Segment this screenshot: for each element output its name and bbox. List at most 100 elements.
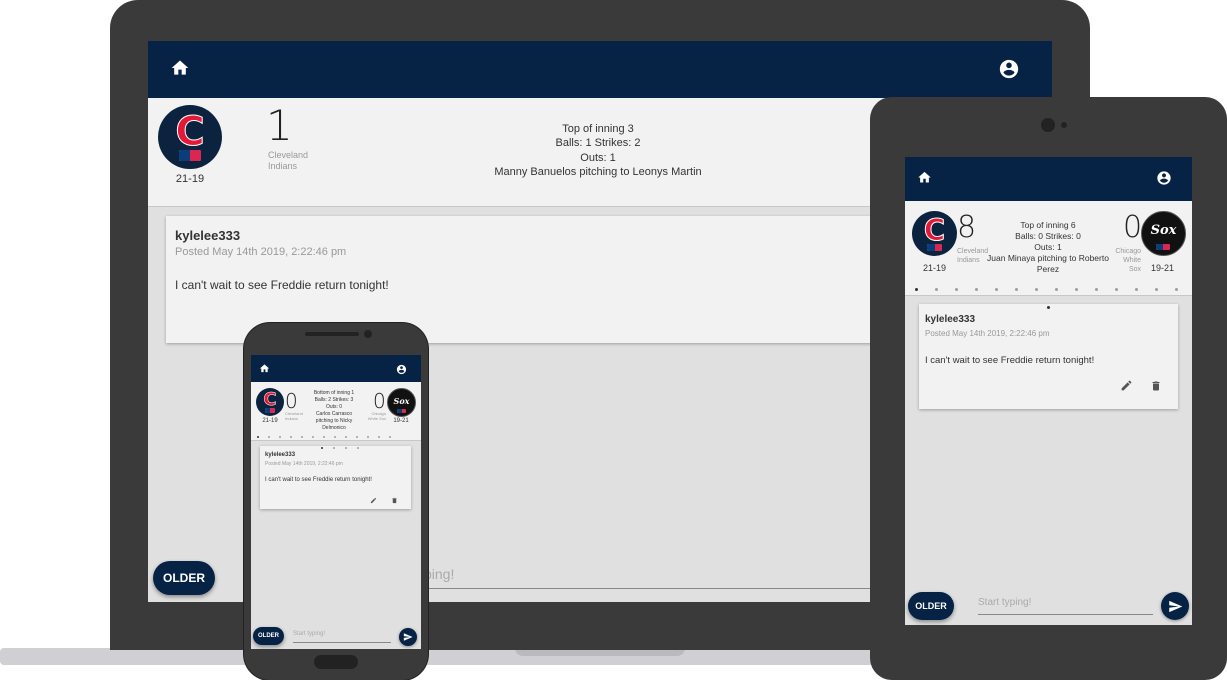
account-circle-icon[interactable]: [1155, 169, 1173, 187]
carousel-dot[interactable]: [915, 288, 918, 291]
home-team-name: Cleveland Indians: [285, 411, 303, 421]
send-button[interactable]: [1161, 592, 1189, 620]
post-card: kylelee333 Posted May 14th 2019, 2:22:46…: [260, 446, 411, 509]
home-icon[interactable]: [258, 362, 270, 374]
post-username: kylelee333: [265, 452, 296, 458]
home-team-name: Cleveland Indians: [268, 150, 309, 172]
post-timestamp: Posted May 14th 2019, 2:22:46 pm: [265, 461, 343, 467]
game-status: Bottom of inning 1 Balls: 2 Strikes: 3 O…: [313, 390, 355, 431]
carousel-dot[interactable]: [312, 436, 314, 438]
white-sox-logo: Sox: [1141, 211, 1186, 256]
away-team-score: 0: [373, 389, 386, 413]
edit-icon[interactable]: [1120, 379, 1134, 393]
carousel-dot[interactable]: [975, 288, 978, 291]
carousel-dot[interactable]: [356, 436, 358, 438]
home-team-record: 21-19: [262, 418, 278, 424]
send-button[interactable]: [399, 628, 417, 646]
post-carousel-dots[interactable]: [321, 447, 369, 449]
phone-home-button: [314, 655, 358, 669]
send-icon: [1168, 600, 1182, 612]
carousel-dot[interactable]: [389, 436, 391, 438]
away-team-name: Chicago White Sox: [367, 411, 386, 421]
carousel-dot[interactable]: [321, 447, 323, 449]
carousel-dot[interactable]: [257, 436, 259, 438]
carousel-dot[interactable]: [345, 436, 347, 438]
indians-logo: C: [256, 388, 284, 416]
carousel-dot[interactable]: [323, 436, 325, 438]
carousel-dot[interactable]: [1155, 288, 1158, 291]
carousel-dot[interactable]: [378, 436, 380, 438]
home-team-name: Cleveland Indians: [957, 248, 989, 264]
home-team-score: 0: [285, 389, 298, 413]
post-card: kylelee333 Posted May 14th 2019, 2:22:46…: [919, 304, 1178, 409]
white-sox-logo: Sox: [387, 388, 416, 417]
tablet-sensor: [1061, 122, 1067, 128]
delete-icon[interactable]: [1150, 379, 1164, 393]
home-team-score: 8: [957, 210, 977, 245]
home-icon[interactable]: [168, 56, 192, 80]
phone-screen: C 21-19 0 Cleveland Indians Bottom of inn…: [251, 355, 421, 649]
away-team-name: Chicago White Sox: [1115, 248, 1141, 273]
desktop-app-bar: [148, 41, 1052, 98]
message-input[interactable]: Start typing!: [293, 629, 391, 643]
indians-logo: C: [912, 211, 957, 256]
carousel-dot[interactable]: [1175, 288, 1178, 291]
carousel-dot[interactable]: [333, 447, 335, 449]
carousel-dot[interactable]: [357, 447, 359, 449]
tablet-camera: [1041, 118, 1055, 132]
post-username: kylelee333: [925, 314, 976, 325]
carousel-dot[interactable]: [1015, 288, 1018, 291]
older-button[interactable]: OLDER: [253, 627, 284, 645]
carousel-dot[interactable]: [935, 288, 938, 291]
edit-icon[interactable]: [370, 491, 378, 504]
post-message: I can't wait to see Freddie return tonig…: [175, 278, 389, 292]
tablet-app-bar: [905, 157, 1192, 201]
carousel-dot[interactable]: [1047, 306, 1050, 309]
tablet-screen: C 21-19 8 Cleveland Indians Top of inning…: [905, 157, 1192, 625]
carousel-dot[interactable]: [268, 436, 270, 438]
post-message: I can't wait to see Freddie return tonig…: [265, 477, 372, 483]
carousel-dot[interactable]: [1115, 288, 1118, 291]
post-username: kylelee333: [175, 228, 241, 243]
post-carousel-dots[interactable]: [1047, 306, 1059, 309]
post-timestamp: Posted May 14th 2019, 2:22:46 pm: [175, 246, 347, 258]
indians-logo: C: [158, 105, 222, 169]
carousel-dot[interactable]: [367, 436, 369, 438]
phone-speaker: [305, 332, 359, 336]
carousel-dot[interactable]: [955, 288, 958, 291]
home-team-record: 21-19: [175, 173, 205, 185]
phone-app-bar: [251, 355, 421, 382]
away-team-record: 19-21: [1150, 263, 1175, 273]
carousel-dot[interactable]: [1035, 288, 1038, 291]
away-team-record: 19-21: [393, 418, 409, 424]
game-status: Top of inning 3 Balls: 1 Strikes: 2 Outs…: [494, 123, 702, 178]
account-circle-icon[interactable]: [395, 363, 407, 375]
post-timestamp: Posted May 14th 2019, 2:22:46 pm: [925, 329, 1050, 338]
carousel-dot[interactable]: [1135, 288, 1138, 291]
post-message: I can't wait to see Freddie return tonig…: [925, 355, 1095, 366]
carousel-dot[interactable]: [1075, 288, 1078, 291]
phone-camera: [364, 330, 372, 338]
message-input[interactable]: ping!: [398, 564, 878, 589]
message-input[interactable]: Start typing!: [978, 594, 1153, 615]
carousel-dot[interactable]: [1095, 288, 1098, 291]
send-icon: [403, 633, 413, 641]
tablet-scoreboard: C 21-19 8 Cleveland Indians Top of inning…: [905, 201, 1192, 296]
carousel-dot[interactable]: [301, 436, 303, 438]
game-status: Top of inning 6 Balls: 0 Strikes: 0 Outs…: [987, 220, 1109, 275]
scoreboard-carousel-dots[interactable]: [257, 436, 400, 438]
delete-icon[interactable]: [391, 491, 399, 504]
account-circle-icon[interactable]: [997, 57, 1021, 81]
home-icon[interactable]: [915, 168, 933, 186]
carousel-dot[interactable]: [334, 436, 336, 438]
carousel-dot[interactable]: [290, 436, 292, 438]
carousel-dot[interactable]: [279, 436, 281, 438]
home-team-record: 21-19: [922, 263, 947, 273]
older-button[interactable]: OLDER: [908, 592, 954, 620]
older-button[interactable]: OLDER: [153, 561, 215, 595]
carousel-dot[interactable]: [345, 447, 347, 449]
carousel-dot[interactable]: [1055, 288, 1058, 291]
scoreboard-carousel-dots[interactable]: [915, 288, 1192, 291]
carousel-dot[interactable]: [995, 288, 998, 291]
phone-scoreboard: C 21-19 0 Cleveland Indians Bottom of inn…: [251, 382, 421, 441]
